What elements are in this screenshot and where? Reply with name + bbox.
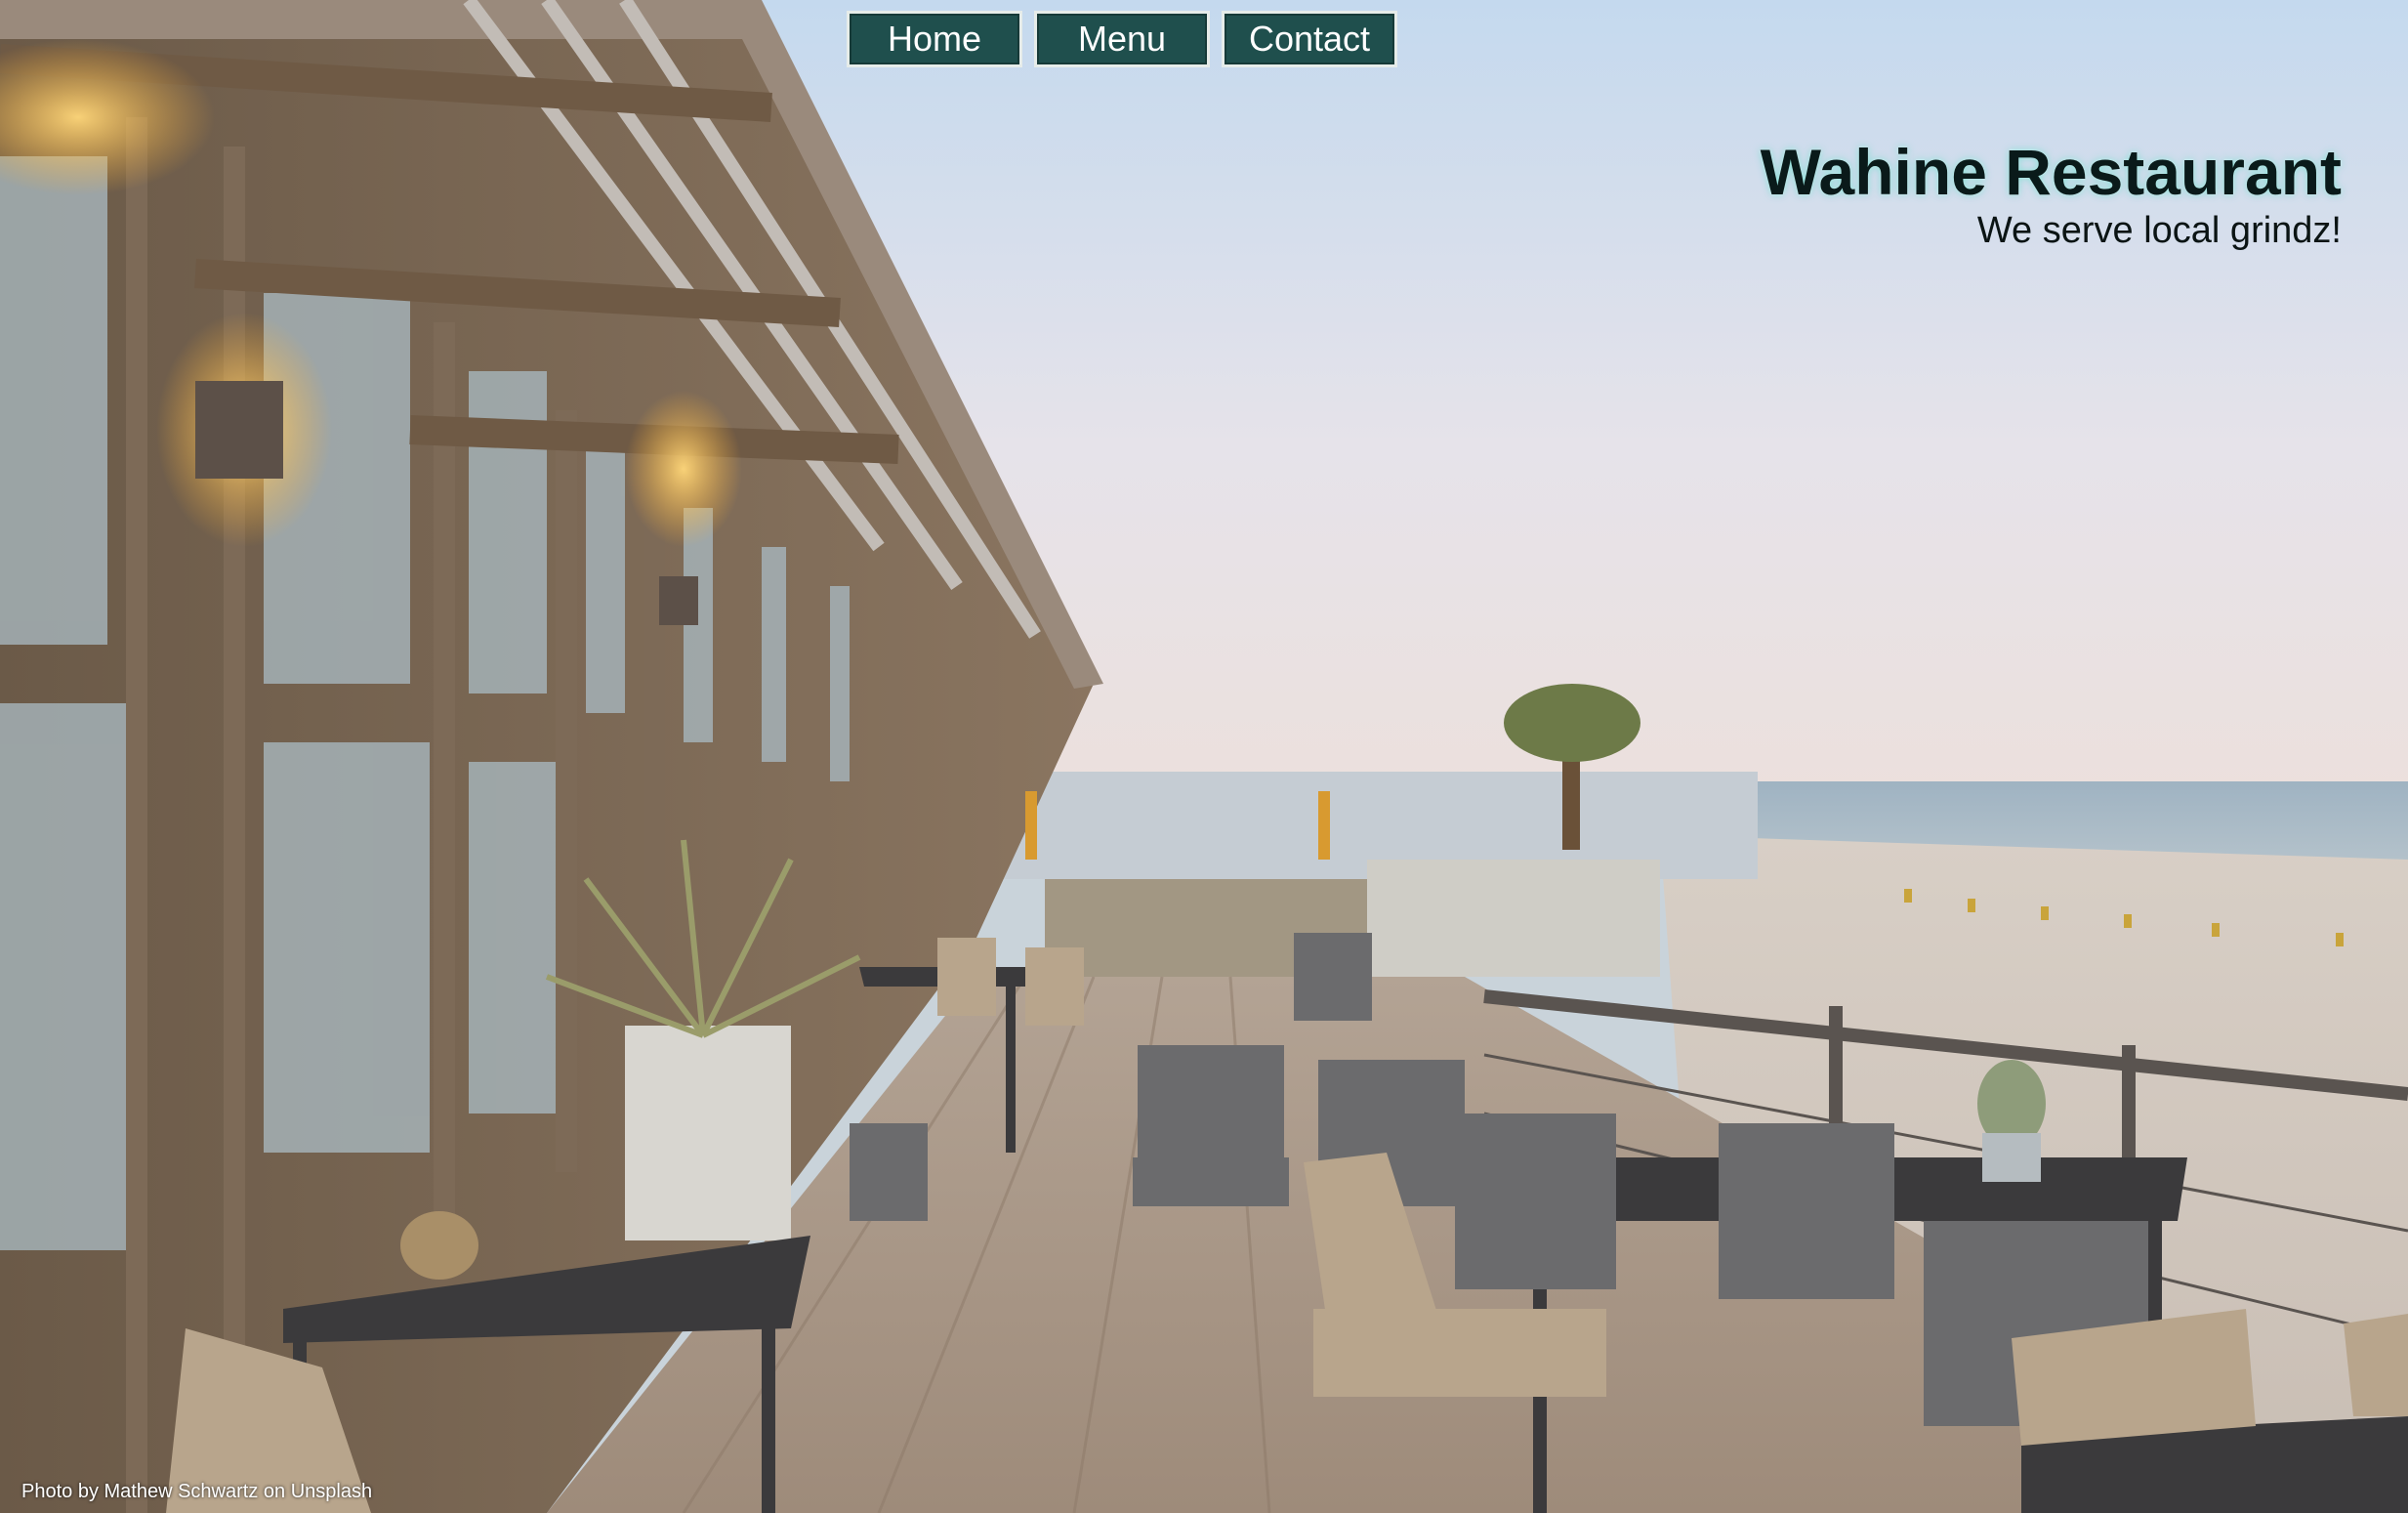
brand-header: Wahine Restaurant We serve local grindz! [1761,137,2342,252]
nav-menu-button[interactable]: Menu [1034,11,1210,67]
restaurant-tagline: We serve local grindz! [1976,209,2342,251]
photo-credit: Photo by Mathew Schwartz on Unsplash [21,1481,373,1502]
restaurant-title: Wahine Restaurant [1760,136,2342,208]
nav-contact-button[interactable]: Contact [1222,11,1397,67]
nav-home-button[interactable]: Home [847,11,1022,67]
main-nav: Home Menu Contact [847,11,1397,67]
page: Home Menu Contact Wahine Restaurant We s… [0,0,2408,1513]
